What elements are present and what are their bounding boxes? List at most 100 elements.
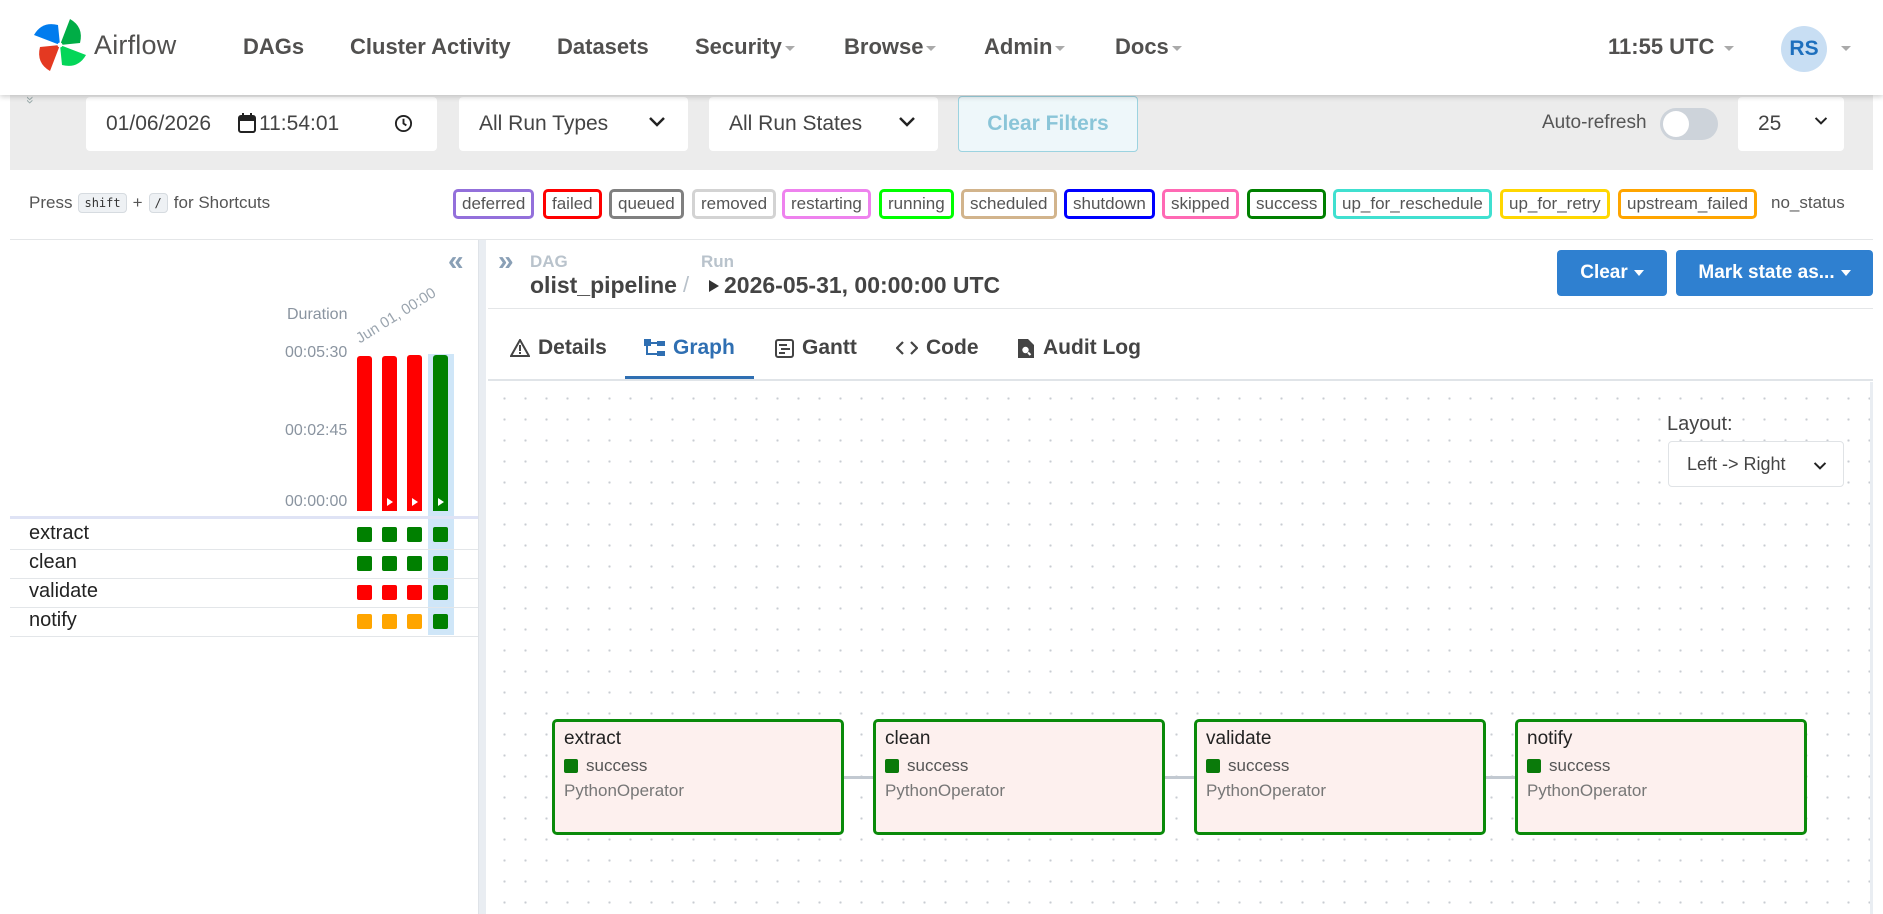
- task-instance-cell[interactable]: [433, 527, 448, 542]
- base-date-input[interactable]: 01/06/2026 11:54:01: [86, 97, 437, 151]
- timezone-clock[interactable]: 11:55 UTC: [1608, 34, 1735, 60]
- nav-browse-menu[interactable]: Browse: [844, 34, 937, 60]
- graph-edge: [1165, 776, 1197, 779]
- clock-text: 11:55 UTC: [1608, 34, 1715, 59]
- chevron-down-icon: [1171, 45, 1182, 51]
- breadcrumb-dag-id[interactable]: olist_pipeline: [530, 272, 677, 299]
- brand-home-link[interactable]: Airflow: [28, 12, 176, 78]
- task-name-clean[interactable]: clean: [29, 551, 77, 574]
- task-node-clean[interactable]: clean success PythonOperator: [873, 719, 1165, 835]
- task-node-validate[interactable]: validate success PythonOperator: [1194, 719, 1486, 835]
- layout-label: Layout:: [1667, 413, 1733, 435]
- task-name-extract[interactable]: extract: [29, 522, 89, 545]
- task-instance-cell[interactable]: [357, 585, 372, 600]
- task-instance-cell[interactable]: [407, 614, 422, 629]
- task-instance-cell[interactable]: [407, 527, 422, 542]
- num-runs-value: 25: [1758, 112, 1782, 135]
- task-node-state: success: [885, 756, 968, 776]
- task-node-state-text: success: [1549, 756, 1611, 775]
- expand-details-icon[interactable]: »: [498, 245, 514, 277]
- num-runs-select[interactable]: 25: [1738, 97, 1844, 151]
- layout-select[interactable]: Left -> Right: [1668, 441, 1844, 487]
- task-node-operator: PythonOperator: [564, 781, 685, 800]
- legend-queued[interactable]: queued: [609, 189, 684, 219]
- nav-admin-menu[interactable]: Admin: [984, 34, 1066, 60]
- nav-cluster-activity[interactable]: Cluster Activity: [350, 34, 511, 60]
- task-node-extract[interactable]: extract success PythonOperator: [552, 719, 844, 835]
- clock-icon[interactable]: [394, 114, 413, 133]
- clear-task-button[interactable]: Clear: [1557, 250, 1667, 296]
- run-duration-bar[interactable]: [407, 355, 422, 511]
- nav-docs-label: Docs: [1115, 34, 1169, 59]
- run-states-value: All Run States: [729, 112, 863, 135]
- task-node-title: notify: [1527, 728, 1573, 749]
- divider: [10, 239, 1873, 240]
- legend-success[interactable]: success: [1247, 189, 1327, 219]
- run-duration-bar[interactable]: [357, 356, 372, 511]
- brand-name: Airflow: [94, 29, 177, 60]
- task-instance-cell[interactable]: [433, 614, 448, 629]
- shortcuts-hint: Press shift + / for Shortcuts: [29, 193, 270, 213]
- tab-code[interactable]: Code: [896, 336, 979, 360]
- graph-icon: [644, 338, 665, 356]
- tab-graph[interactable]: Graph: [644, 336, 735, 360]
- task-node-notify[interactable]: notify success PythonOperator: [1515, 719, 1807, 835]
- clear-filters-button[interactable]: Clear Filters: [958, 96, 1138, 152]
- calendar-icon[interactable]: [238, 113, 256, 133]
- state-dot-icon: [1206, 759, 1220, 773]
- task-node-title: validate: [1206, 728, 1272, 749]
- task-instance-cell[interactable]: [357, 556, 372, 571]
- run-duration-bar[interactable]: [382, 356, 397, 511]
- task-instance-cell[interactable]: [433, 556, 448, 571]
- collapse-filters-icon[interactable]: »: [23, 96, 39, 104]
- tab-audit-log[interactable]: Audit Log: [1017, 336, 1141, 360]
- panel-resize-handle[interactable]: [478, 240, 486, 914]
- airflow-logo-icon: [34, 19, 86, 71]
- nav-docs-menu[interactable]: Docs: [1115, 34, 1182, 60]
- mark-state-label: Mark state as...: [1698, 262, 1835, 283]
- legend-restarting[interactable]: restarting: [782, 189, 871, 219]
- collapse-grid-icon[interactable]: «: [448, 245, 464, 277]
- legend-running[interactable]: running: [879, 189, 954, 219]
- top-navbar: Airflow DAGs Cluster Activity Datasets S…: [0, 0, 1883, 95]
- legend-scheduled[interactable]: scheduled: [961, 189, 1057, 219]
- legend-shutdown[interactable]: shutdown: [1064, 189, 1155, 219]
- user-avatar[interactable]: RS: [1781, 26, 1827, 72]
- task-instance-cell[interactable]: [407, 585, 422, 600]
- tab-details[interactable]: Details: [510, 336, 607, 360]
- task-node-operator: PythonOperator: [1206, 781, 1327, 800]
- task-instance-cell[interactable]: [357, 527, 372, 542]
- run-types-select[interactable]: All Run Types: [459, 97, 688, 151]
- duration-axis-label: Duration: [287, 306, 348, 323]
- breadcrumb-run[interactable]: 2026-05-31, 00:00:00 UTC: [708, 272, 1000, 299]
- legend-skipped[interactable]: skipped: [1162, 189, 1239, 219]
- breadcrumb-run-id: 2026-05-31, 00:00:00 UTC: [724, 272, 1001, 298]
- task-instance-cell[interactable]: [382, 556, 397, 571]
- legend-failed[interactable]: failed: [543, 189, 602, 219]
- run-states-select[interactable]: All Run States: [709, 97, 938, 151]
- run-duration-bar[interactable]: [433, 355, 448, 511]
- nav-security-menu[interactable]: Security: [695, 34, 795, 60]
- task-instance-cell[interactable]: [382, 527, 397, 542]
- task-name-notify[interactable]: notify: [29, 609, 77, 632]
- user-menu-chevron-icon[interactable]: [1841, 46, 1851, 51]
- nav-dags[interactable]: DAGs: [243, 34, 304, 60]
- nav-datasets[interactable]: Datasets: [557, 34, 649, 60]
- task-instance-cell[interactable]: [407, 556, 422, 571]
- task-instance-cell[interactable]: [433, 585, 448, 600]
- legend-up-for-retry[interactable]: up_for_retry: [1500, 189, 1610, 219]
- legend-upstream-failed[interactable]: upstream_failed: [1618, 189, 1757, 219]
- breadcrumb-run-label: Run: [701, 252, 735, 271]
- task-instance-cell[interactable]: [382, 614, 397, 629]
- scrollbar-track[interactable]: [1870, 382, 1873, 914]
- mark-state-button[interactable]: Mark state as...: [1676, 250, 1873, 296]
- legend-no-status[interactable]: no_status: [1771, 193, 1845, 213]
- task-instance-cell[interactable]: [382, 585, 397, 600]
- legend-deferred[interactable]: deferred: [453, 189, 535, 219]
- tab-gantt[interactable]: Gantt: [775, 336, 857, 360]
- auto-refresh-toggle[interactable]: [1660, 108, 1718, 140]
- legend-up-for-reschedule[interactable]: up_for_reschedule: [1333, 189, 1492, 219]
- legend-removed[interactable]: removed: [692, 189, 777, 219]
- task-instance-cell[interactable]: [357, 614, 372, 629]
- task-name-validate[interactable]: validate: [29, 580, 98, 603]
